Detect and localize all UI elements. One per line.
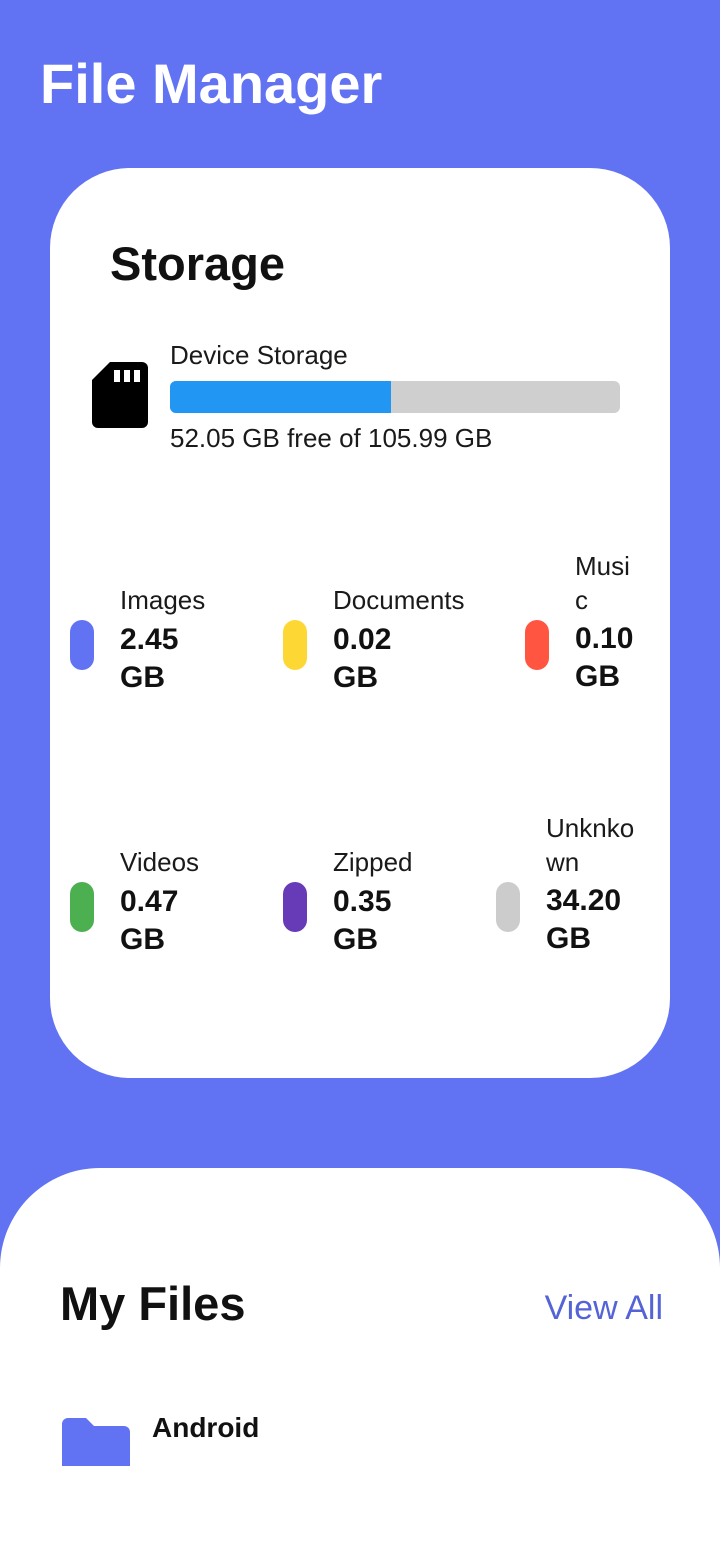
storage-free-text: 52.05 GB free of 105.99 GB bbox=[170, 423, 493, 453]
category-size: 0.47 GB bbox=[120, 885, 179, 956]
folder-icon bbox=[62, 1418, 130, 1466]
storage-progress-fill bbox=[170, 381, 391, 413]
category-label: Unknkown bbox=[546, 813, 635, 877]
category-label: Music bbox=[575, 551, 630, 615]
unknown-color-dot bbox=[496, 882, 520, 932]
category-label: Videos bbox=[120, 847, 200, 877]
device-storage-label: Device Storage bbox=[170, 340, 348, 370]
my-files-title: My Files bbox=[60, 1277, 246, 1330]
app-title: File Manager bbox=[40, 52, 383, 115]
zipped-color-dot bbox=[283, 882, 307, 932]
storage-progress-bar bbox=[170, 381, 620, 413]
category-size: 0.02 GB bbox=[333, 623, 392, 694]
category-label: Images bbox=[120, 585, 206, 615]
category-size: 34.20 GB bbox=[546, 884, 622, 955]
category-size: 2.45 GB bbox=[120, 623, 179, 694]
category-label: Zipped bbox=[333, 847, 413, 877]
category-size: 0.10 GB bbox=[575, 622, 634, 693]
documents-color-dot bbox=[283, 620, 307, 670]
storage-title: Storage bbox=[110, 237, 285, 290]
category-size: 0.35 GB bbox=[333, 885, 392, 956]
folder-item-android[interactable]: Android bbox=[152, 1410, 259, 1446]
images-color-dot bbox=[70, 620, 94, 670]
sd-card-icon bbox=[92, 362, 148, 428]
videos-color-dot bbox=[70, 882, 94, 932]
view-all-link[interactable]: View All bbox=[545, 1288, 663, 1328]
my-files-sheet: My Files View All Android bbox=[0, 1168, 720, 1568]
category-label: Documents bbox=[333, 585, 465, 615]
storage-card: Storage Device Storage 52.05 GB free of … bbox=[50, 168, 670, 1078]
music-color-dot bbox=[525, 620, 549, 670]
